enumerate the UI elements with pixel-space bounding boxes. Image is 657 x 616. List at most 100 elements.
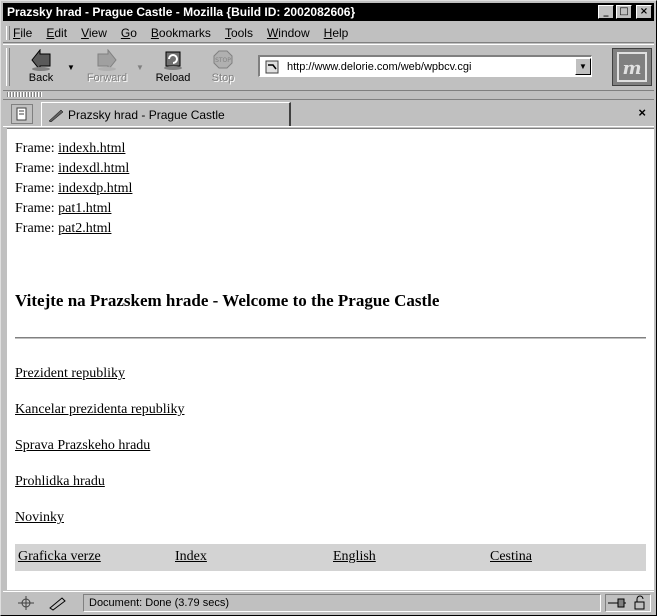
menu-bookmarks-label: ookmarks [158, 25, 211, 40]
composer-pen-icon[interactable] [47, 595, 69, 611]
lock-icon[interactable] [634, 595, 645, 610]
link-row: Prezident republiky [15, 365, 184, 401]
tab-prague-castle[interactable]: Prazsky hrad - Prague Castle [41, 102, 291, 126]
frame-prefix: Frame: [15, 161, 55, 176]
frame-link-pat2[interactable]: pat2.html [58, 221, 111, 236]
frame-link-indexdp[interactable]: indexdp.html [58, 181, 132, 196]
link-english[interactable]: English [333, 549, 376, 565]
back-button[interactable]: Back [17, 47, 65, 87]
menu-help-label: elp [332, 25, 349, 40]
browser-window: Prazsky hrad - Prague Castle - Mozilla {… [0, 0, 657, 616]
link-kancelar[interactable]: Kancelar prezidenta republiky [15, 402, 184, 417]
horizontal-rule [15, 337, 646, 340]
svg-text:STOP: STOP [215, 57, 231, 64]
page-content: Frame: indexh.html Frame: indexdl.html F… [7, 128, 654, 590]
toolbar-grip[interactable] [6, 48, 10, 86]
menu-go-label: o [130, 25, 137, 40]
stop-button[interactable]: STOP Stop [199, 47, 247, 87]
menu-window[interactable]: Window [267, 26, 310, 40]
forward-label: Forward [86, 72, 128, 84]
close-tab-icon[interactable]: × [638, 105, 646, 120]
menu-bookmarks[interactable]: Bookmarks [151, 26, 211, 40]
tab-bar: Prazsky hrad - Prague Castle × [3, 99, 654, 127]
link-sprava[interactable]: Sprava Prazskeho hradu [15, 438, 150, 453]
menu-bar: File Edit View Go Bookmarks Tools Window… [3, 23, 654, 43]
reload-button[interactable]: Reload [149, 47, 197, 87]
link-prohlidka[interactable]: Prohlidka hradu [15, 474, 105, 489]
link-row: Sprava Prazskeho hradu [15, 437, 184, 473]
reload-icon [164, 51, 182, 70]
frame-prefix: Frame: [15, 221, 55, 236]
tab-label: Prazsky hrad - Prague Castle [68, 107, 225, 122]
page-heading: Vitejte na Prazskem hrade - Welcome to t… [15, 291, 440, 310]
tab-page-icon [48, 109, 64, 122]
forward-arrow-icon [97, 49, 117, 71]
status-text: Document: Done (3.79 secs) [83, 594, 601, 612]
menu-go[interactable]: Go [121, 26, 137, 40]
url-text[interactable]: http://www.delorie.com/web/wpbcv.cgi [281, 61, 575, 73]
menu-edit-label: dit [54, 25, 68, 40]
back-history-dropdown[interactable]: ▼ [66, 63, 76, 72]
menu-help[interactable]: Help [324, 26, 349, 40]
menu-tools-label: ools [230, 25, 253, 40]
bottom-nav-bar: Graficka verze Index English Cestina [15, 544, 646, 571]
link-row: Prohlidka hradu [15, 473, 184, 509]
close-window-button[interactable]: × [636, 5, 652, 19]
window-title: Prazsky hrad - Prague Castle - Mozilla {… [7, 5, 356, 19]
forward-button[interactable]: Forward [83, 47, 131, 87]
menu-view[interactable]: View [81, 26, 107, 40]
menu-window-label: indow [278, 25, 310, 40]
link-cestina[interactable]: Cestina [490, 549, 532, 565]
url-bar[interactable]: http://www.delorie.com/web/wpbcv.cgi ▼ [258, 55, 592, 77]
mozilla-throbber-icon[interactable]: m [612, 48, 652, 86]
frame-row: Frame: indexh.html [15, 140, 132, 160]
menu-help-mnemonic: H [323, 25, 333, 40]
menu-tools[interactable]: Tools [225, 26, 253, 40]
frame-row: Frame: pat2.html [15, 220, 132, 240]
link-index[interactable]: Index [175, 549, 207, 565]
stop-label: Stop [211, 72, 235, 84]
page-proxy-icon[interactable] [263, 59, 281, 75]
minimize-button[interactable]: _ [598, 5, 614, 19]
link-novinky[interactable]: Novinky [15, 510, 64, 525]
link-row: Kancelar prezidenta republiky [15, 401, 184, 437]
frame-prefix: Frame: [15, 141, 55, 156]
reload-label: Reload [155, 72, 191, 84]
menu-file-label: ile [20, 25, 33, 40]
frame-row: Frame: pat1.html [15, 200, 132, 220]
menu-edit[interactable]: Edit [46, 26, 67, 40]
forward-history-dropdown[interactable]: ▼ [135, 63, 145, 72]
frame-link-pat1[interactable]: pat1.html [58, 201, 111, 216]
frame-link-indexdl[interactable]: indexdl.html [58, 161, 129, 176]
menu-file[interactable]: File [13, 26, 32, 40]
window-controls: _ □ × [598, 5, 652, 19]
menu-go-mnemonic: G [120, 25, 131, 40]
url-history-dropdown[interactable]: ▼ [575, 58, 591, 75]
frame-row: Frame: indexdp.html [15, 180, 132, 200]
section-links: Prezident republiky Kancelar prezidenta … [15, 365, 184, 545]
frame-link-indexh[interactable]: indexh.html [58, 141, 125, 156]
frame-prefix: Frame: [15, 201, 55, 216]
menu-window-mnemonic: W [266, 25, 279, 40]
frame-row: Frame: indexdl.html [15, 160, 132, 180]
menubar-grip[interactable] [6, 26, 10, 40]
link-graficka-verze[interactable]: Graficka verze [18, 549, 101, 565]
navigation-toolbar: Back ▼ Forward ▼ Reload STOP Stop http:/… [3, 44, 654, 90]
security-area [605, 594, 651, 612]
title-bar[interactable]: Prazsky hrad - Prague Castle - Mozilla {… [3, 3, 654, 21]
maximize-button[interactable]: □ [616, 5, 632, 19]
back-label: Back [28, 72, 54, 84]
link-row: Novinky [15, 509, 184, 545]
frame-list: Frame: indexh.html Frame: indexdl.html F… [15, 140, 132, 240]
menu-view-label: iew [88, 25, 107, 40]
activity-icon[interactable] [15, 595, 37, 611]
toolbar-collapse-grip[interactable] [3, 90, 654, 98]
svg-text:m: m [622, 58, 641, 79]
link-prezident[interactable]: Prezident republiky [15, 366, 125, 381]
frame-prefix: Frame: [15, 181, 55, 196]
new-tab-icon[interactable] [11, 104, 33, 124]
menu-view-mnemonic: V [81, 25, 89, 40]
grip-texture [7, 92, 43, 97]
status-bar: Document: Done (3.79 secs) [3, 591, 654, 613]
online-plug-icon[interactable] [608, 598, 626, 608]
